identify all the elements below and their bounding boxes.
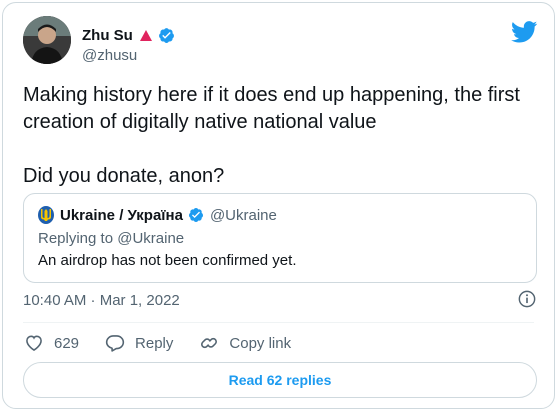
reply-label: Reply [135, 334, 174, 352]
quoted-text: An airdrop has not been confirmed yet. [38, 252, 297, 269]
warning-triangle-icon [139, 29, 152, 41]
reply-icon [105, 335, 125, 352]
like-count: 629 [54, 334, 80, 352]
tweet-line: Making history here if it does end up ha… [23, 84, 520, 106]
quoted-tweet[interactable]: Ukraine / Україна @Ukraine Replying to @… [23, 193, 537, 283]
author-handle[interactable]: @zhusu [82, 47, 137, 64]
ukraine-trident-icon [38, 206, 54, 224]
quoted-replying-to: Replying to @Ukraine [38, 230, 185, 247]
tweet-line: Did you donate, anon? [23, 165, 225, 187]
quoted-author-row: Ukraine / Україна @Ukraine [38, 205, 277, 225]
verified-badge-icon [188, 208, 203, 222]
divider [23, 322, 534, 323]
tweet-card: Zhu Su @zhusu Making history here if it … [2, 2, 555, 409]
author-name-row: Zhu Su [82, 25, 175, 45]
action-bar: 629 Reply Copy link [24, 332, 317, 354]
copy-link-label: Copy link [229, 334, 292, 352]
tweet-line: creation of digitally native national va… [23, 111, 377, 133]
read-replies-button[interactable]: Read 62 replies [23, 362, 537, 398]
copy-link-button[interactable]: Copy link [199, 333, 291, 353]
link-icon [201, 337, 218, 349]
quoted-display-name: Ukraine / Україна [60, 206, 183, 224]
info-icon[interactable] [518, 290, 536, 308]
heart-icon [26, 335, 42, 352]
like-button[interactable]: 629 [24, 333, 79, 353]
avatar[interactable] [23, 16, 71, 64]
reply-button[interactable]: Reply [105, 333, 173, 353]
verified-badge-icon [158, 27, 174, 43]
tweet-timestamp[interactable]: 10:40 AM · Mar 1, 2022 [23, 292, 180, 309]
twitter-bird-icon[interactable] [511, 21, 538, 43]
author-display-name[interactable]: Zhu Su [82, 27, 133, 44]
tweet-text: Making history here if it does end up ha… [23, 82, 538, 190]
quoted-handle: @Ukraine [209, 206, 277, 224]
